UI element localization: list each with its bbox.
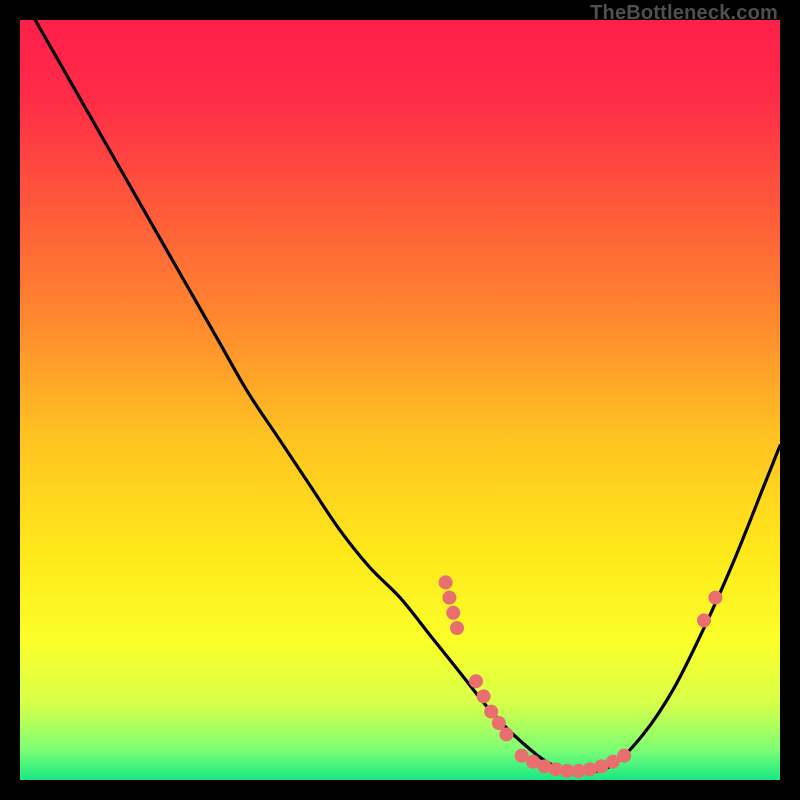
data-point — [446, 606, 460, 620]
data-point — [484, 705, 498, 719]
plot-area — [20, 20, 780, 780]
data-point — [492, 716, 506, 730]
data-point — [450, 621, 464, 635]
data-point — [499, 727, 513, 741]
data-point — [469, 674, 483, 688]
data-point — [439, 575, 453, 589]
chart-stage: TheBottleneck.com — [0, 0, 800, 800]
bottleneck-curve — [35, 20, 780, 772]
data-point — [477, 689, 491, 703]
data-point — [442, 591, 456, 605]
data-point — [697, 613, 711, 627]
data-point — [617, 749, 631, 763]
curve-layer — [20, 20, 780, 780]
data-point — [708, 591, 722, 605]
